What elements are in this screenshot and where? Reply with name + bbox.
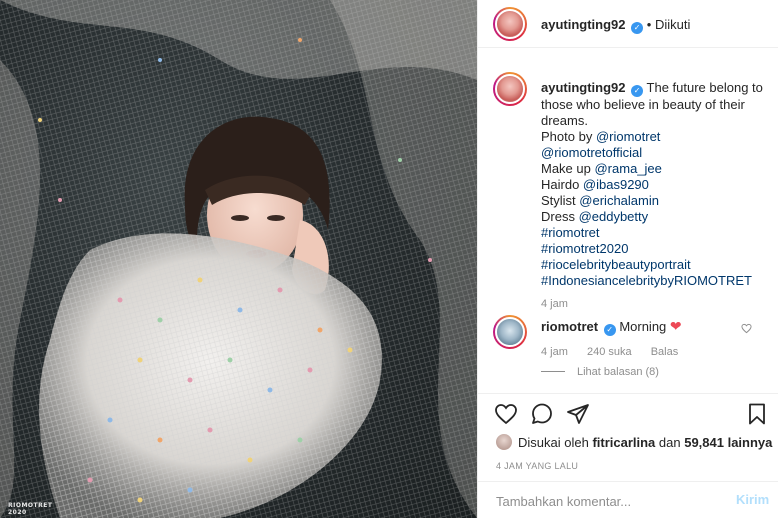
caption-hashtag[interactable]: #riomotret2020	[541, 241, 628, 256]
comment-icon[interactable]	[530, 402, 556, 428]
likes-summary: Disukai oleh fitricarlina dan 59,841 lai…	[496, 434, 772, 450]
send-comment-button[interactable]: Kirim	[736, 492, 769, 507]
author-username[interactable]: ayutingting92	[541, 17, 626, 32]
reply-button[interactable]: Balas	[651, 346, 679, 358]
comment-input[interactable]	[496, 492, 716, 510]
view-replies-label: Lihat balasan (8)	[577, 366, 659, 378]
post-caption: ayutingting92 ✓ The future belong to tho…	[541, 80, 766, 289]
comment-meta: 4 jam 240 suka Balas	[541, 346, 694, 358]
liker-username[interactable]: fitricarlina	[592, 435, 655, 450]
caption-line: Dress @eddybetty	[541, 209, 649, 224]
caption-mention[interactable]: @rama_jee	[594, 161, 661, 176]
portrait-illustration	[0, 0, 477, 518]
red-heart-emoji-icon: ❤	[669, 318, 682, 334]
comment-likes[interactable]: 240 suka	[587, 346, 632, 358]
caption-line: @riomotretofficial	[541, 145, 766, 161]
caption-line: Make up @rama_jee	[541, 161, 662, 176]
caption-mention[interactable]: @eddybetty	[579, 209, 649, 224]
caption-username[interactable]: ayutingting92	[541, 80, 626, 95]
post-photo[interactable]: RIOMOTRET 2020	[0, 0, 477, 518]
caption-line: #riomotret2020	[541, 241, 766, 257]
liker-avatar[interactable]	[496, 434, 512, 450]
commenter-avatar[interactable]	[493, 315, 527, 349]
photo-watermark: RIOMOTRET 2020	[8, 502, 53, 516]
follow-status-button[interactable]: Diikuti	[655, 17, 690, 32]
follow-separator: •	[646, 17, 652, 32]
caption-hashtag[interactable]: #riocelebritybeautyportrait	[541, 257, 691, 272]
caption-time[interactable]: 4 jam	[541, 298, 568, 310]
verified-badge-icon: ✓	[631, 22, 644, 34]
author-avatar[interactable]	[493, 7, 527, 41]
post-header: ayutingting92 ✓ • Diikuti	[478, 0, 778, 48]
comment-item: riomotret ✓ Morning ❤	[541, 318, 682, 336]
caption-avatar[interactable]	[493, 72, 527, 106]
caption-line: #riocelebritybeautyportrait	[541, 257, 766, 273]
view-replies-button[interactable]: Lihat balasan (8)	[541, 366, 659, 378]
verified-badge-icon: ✓	[603, 324, 616, 336]
caption-line: Hairdo @ibas9290	[541, 177, 649, 192]
bookmark-icon[interactable]	[745, 402, 771, 428]
likes-middle: dan	[655, 435, 685, 450]
caption-mention[interactable]: @ibas9290	[583, 177, 649, 192]
caption-line: #riomotret	[541, 225, 766, 241]
post-actions-bar	[478, 393, 778, 433]
likes-count-button[interactable]: 59,841 lainnya	[684, 435, 772, 450]
add-comment-form: Kirim	[478, 481, 778, 518]
caption-hashtag[interactable]: #IndonesiancelebritybyRIOMOTRET	[541, 273, 752, 288]
caption-hashtag[interactable]: #riomotret	[541, 225, 600, 240]
caption-mention[interactable]: @riomotretofficial	[541, 145, 642, 160]
comment-time[interactable]: 4 jam	[541, 346, 568, 358]
caption-line: #IndonesiancelebritybyRIOMOTRET	[541, 273, 766, 289]
paper-plane-icon[interactable]	[566, 402, 592, 428]
author-line: ayutingting92 ✓ • Diikuti	[541, 17, 690, 34]
comment-text: Morning	[619, 319, 667, 334]
caption-line: Photo by @riomotret	[541, 129, 661, 144]
caption-mention[interactable]: @riomotret	[596, 129, 661, 144]
caption-mention[interactable]: @erichalamin	[579, 193, 659, 208]
comment-like-heart-icon[interactable]	[741, 323, 752, 337]
likes-prefix: Disukai oleh	[518, 435, 593, 450]
caption-line: Stylist @erichalamin	[541, 193, 659, 208]
heart-icon[interactable]	[494, 402, 520, 428]
verified-badge-icon: ✓	[631, 85, 644, 97]
commenter-username[interactable]: riomotret	[541, 319, 598, 334]
replies-dash	[541, 371, 565, 372]
post-timestamp[interactable]: 4 JAM YANG LALU	[496, 461, 578, 471]
post-details-panel: ayutingting92 ✓ • Diikuti ayutingting92 …	[477, 0, 778, 518]
